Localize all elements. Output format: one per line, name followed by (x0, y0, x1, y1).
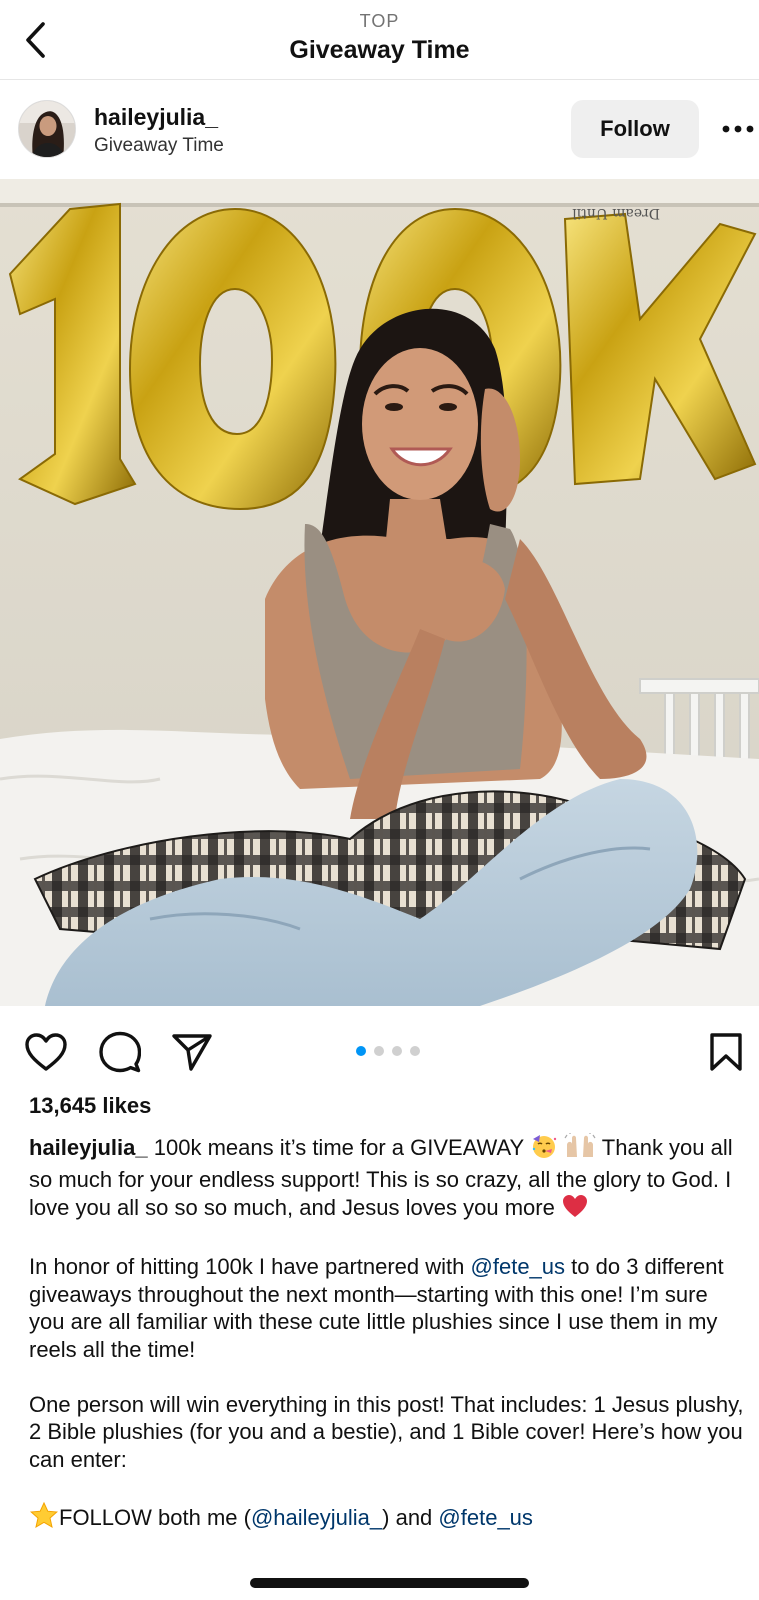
post-image: Dream Until (0, 179, 759, 1006)
share-button[interactable] (168, 1028, 216, 1076)
caption-text: In honor of hitting 100k I have partnere… (29, 1254, 465, 1279)
action-bar (0, 1006, 759, 1086)
caption: haileyjulia_ 100k means it’s time for a … (29, 1133, 745, 1563)
raised-hands-emoji (564, 1133, 596, 1166)
avatar-image (19, 101, 75, 157)
like-button[interactable] (22, 1028, 70, 1076)
star-emoji (29, 1501, 59, 1536)
caption-paragraph-4: FOLLOW both me (@haileyjulia_) and @fete… (29, 1501, 745, 1536)
heart-icon (25, 1033, 67, 1071)
mention-link[interactable]: @fete_us (471, 1254, 566, 1279)
carousel-dot-4[interactable] (410, 1046, 420, 1056)
avatar[interactable] (18, 100, 76, 158)
caption-paragraph-3: One person will win everything in this p… (29, 1391, 744, 1472)
mention-link[interactable]: @fete_us (438, 1505, 533, 1530)
share-icon (172, 1034, 212, 1071)
caption-username[interactable]: haileyjulia_ (29, 1135, 148, 1160)
red-heart-emoji (561, 1193, 589, 1226)
post-photo[interactable]: Dream Until (0, 179, 759, 1006)
save-button[interactable] (702, 1028, 750, 1076)
page-title: Giveaway Time (289, 36, 470, 64)
like-count[interactable]: 13,645 likes (29, 1093, 151, 1119)
home-indicator (250, 1578, 529, 1588)
more-options-button[interactable] (718, 106, 758, 152)
nav-kicker: TOP (359, 11, 400, 31)
party-face-emoji (530, 1133, 558, 1166)
comment-button[interactable] (96, 1028, 144, 1076)
caption-text: 100k means it’s time for a GIVEAWAY (153, 1135, 524, 1160)
carousel-dot-3[interactable] (392, 1046, 402, 1056)
top-nav: TOP Giveaway Time (0, 0, 759, 80)
caption-paragraph-2: In honor of hitting 100k I have partnere… (29, 1253, 745, 1363)
carousel-dot-2[interactable] (374, 1046, 384, 1056)
caption-text: ) and (382, 1504, 433, 1530)
caption-text: FOLLOW both me ( (59, 1504, 251, 1530)
carousel-dot-1[interactable] (356, 1046, 366, 1056)
post-subtitle: Giveaway Time (94, 135, 224, 156)
carousel-indicator (356, 1046, 420, 1056)
post-header: haileyjulia_ Giveaway Time Follow (0, 80, 759, 179)
caption-paragraph-1: haileyjulia_ 100k means it’s time for a … (29, 1133, 745, 1226)
mention-link[interactable]: @haileyjulia_ (251, 1505, 382, 1530)
comment-icon (99, 1031, 141, 1073)
more-icon (722, 125, 754, 133)
post-username[interactable]: haileyjulia_ (94, 104, 218, 131)
follow-button[interactable]: Follow (571, 100, 699, 158)
svg-text:Dream Until: Dream Until (572, 205, 660, 221)
bookmark-icon (710, 1033, 742, 1071)
